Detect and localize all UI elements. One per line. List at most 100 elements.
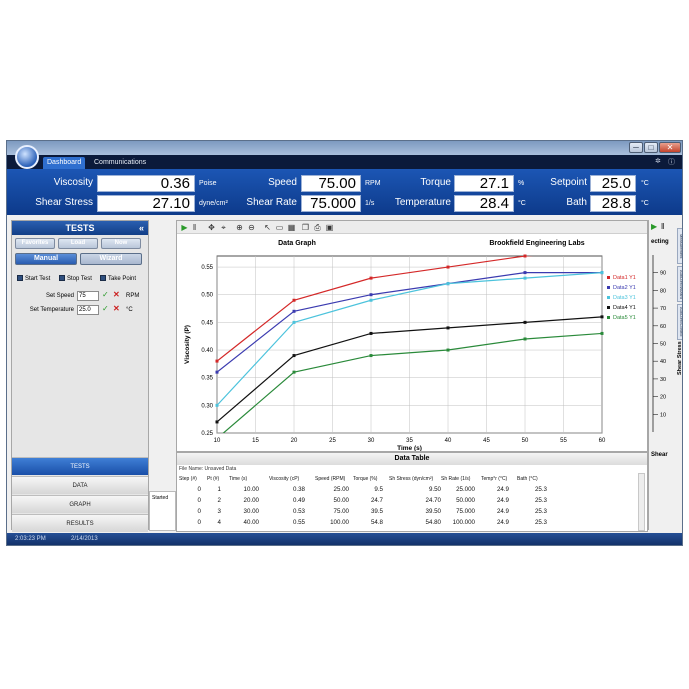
column-header[interactable]: Sh Stress (dyn/cm²) bbox=[389, 476, 433, 482]
table-cell: 0 bbox=[197, 508, 201, 515]
column-header[interactable]: Pt (#) bbox=[207, 476, 219, 482]
x-tick-label: 30 bbox=[368, 438, 375, 444]
stop-test-label: Stop Test bbox=[67, 276, 92, 282]
confirm-speed-icon[interactable]: ✓ bbox=[102, 290, 109, 299]
print-icon[interactable]: ⎙ bbox=[313, 223, 322, 232]
side-tab[interactable]: Measurement Mode bbox=[677, 228, 682, 264]
grid-icon[interactable]: ▦ bbox=[287, 223, 296, 232]
data-point bbox=[523, 320, 527, 324]
tab-communications[interactable]: Communications bbox=[90, 157, 150, 169]
collapse-icon[interactable]: « bbox=[139, 221, 144, 235]
settings-icon[interactable]: ✲ bbox=[655, 157, 661, 165]
data-point bbox=[215, 370, 219, 374]
table-cell: 50.00 bbox=[333, 497, 349, 504]
table-cell: 50.000 bbox=[456, 497, 475, 504]
table-row[interactable]: 0 3 30.00 0.53 75.00 39.5 39.50 75.000 24.9 25.3 bbox=[177, 508, 637, 518]
table-cell: 9.50 bbox=[428, 486, 441, 493]
tab-dashboard[interactable]: Dashboard bbox=[43, 157, 86, 169]
column-header[interactable]: Torque (%) bbox=[353, 476, 377, 482]
play-icon[interactable]: ▶ bbox=[180, 223, 189, 232]
column-header[interactable]: Sh Rate (1/s) bbox=[441, 476, 470, 482]
help-icon[interactable]: ⓘ bbox=[668, 157, 675, 167]
zoom-in-icon[interactable]: ⊕ bbox=[235, 223, 244, 232]
manual-mode-button[interactable]: Manual bbox=[15, 253, 77, 265]
viscosity-value: 0.36 bbox=[97, 175, 195, 192]
copy-icon[interactable]: ❐ bbox=[301, 223, 310, 232]
brookfield-logo-icon bbox=[15, 145, 39, 169]
x-tick-label: 60 bbox=[599, 438, 606, 444]
table-row[interactable]: 0 4 40.00 0.55 100.00 54.8 54.80 100.000 24.9 25.… bbox=[177, 519, 637, 529]
wizard-mode-button[interactable]: Wizard bbox=[80, 253, 142, 265]
take-point-control[interactable]: Take Point bbox=[100, 275, 136, 282]
zoom-out-icon[interactable]: ⊖ bbox=[247, 223, 256, 232]
y2-tick-label: 80 bbox=[660, 288, 666, 294]
column-header[interactable]: Time (s) bbox=[229, 476, 247, 482]
column-header[interactable]: Temp°r (°C) bbox=[481, 476, 507, 482]
legend-label: Data5 Y1 bbox=[613, 315, 636, 321]
table-cell: 40.00 bbox=[243, 519, 259, 526]
nav-graph[interactable]: GRAPH bbox=[12, 495, 148, 513]
table-cell: 1 bbox=[217, 486, 221, 493]
start-test-control[interactable]: Start Test bbox=[17, 275, 50, 282]
data-point bbox=[523, 276, 527, 280]
maximize-button[interactable]: □ bbox=[644, 142, 658, 153]
column-header[interactable]: Viscosity (cP) bbox=[269, 476, 299, 482]
legend-label: Data1 Y1 bbox=[613, 275, 636, 281]
confirm-temperature-icon[interactable]: ✓ bbox=[102, 304, 109, 313]
stop-test-control[interactable]: Stop Test bbox=[59, 275, 92, 282]
data-point bbox=[292, 354, 296, 358]
close-button[interactable]: ✕ bbox=[659, 142, 681, 153]
x-tick-label: 25 bbox=[329, 438, 336, 444]
side-tab[interactable]: AutoZeroControl bbox=[677, 304, 682, 340]
status-date: 2/14/2013 bbox=[71, 536, 98, 542]
data-point bbox=[600, 331, 604, 335]
table-cell: 30.00 bbox=[243, 508, 259, 515]
cancel-speed-icon[interactable]: ✕ bbox=[113, 290, 120, 299]
y-axis-label: Viscosity (P) bbox=[184, 325, 191, 364]
pause-icon[interactable]: ‖ bbox=[190, 223, 199, 232]
load-button[interactable]: Load bbox=[58, 238, 98, 249]
data-point bbox=[292, 298, 296, 302]
save-icon[interactable]: ▣ bbox=[325, 223, 334, 232]
data-point bbox=[369, 354, 373, 358]
table-row[interactable]: 0 1 10.00 0.38 25.00 9.5 9.50 25.000 24.9 25.3 bbox=[177, 486, 637, 496]
set-speed-label: Set Speed bbox=[45, 293, 74, 299]
column-header[interactable]: Bath (°C) bbox=[517, 476, 538, 482]
set-speed-input[interactable]: 75 bbox=[77, 291, 99, 301]
favorites-button[interactable]: Favorites bbox=[15, 238, 55, 249]
bath-unit: °C bbox=[641, 200, 649, 207]
table-cell: 100.000 bbox=[452, 519, 475, 526]
data-point bbox=[369, 276, 373, 280]
table-row[interactable]: 0 2 20.00 0.49 50.00 24.7 24.70 50.000 24.9 25.3 bbox=[177, 497, 637, 507]
table-cell: 0 bbox=[197, 519, 201, 526]
start-test-label: Start Test bbox=[25, 276, 51, 282]
data-table-title: Data Table bbox=[177, 453, 647, 465]
column-header[interactable]: Speed (RPM) bbox=[315, 476, 345, 482]
zoom-fit-icon[interactable]: ⌖ bbox=[219, 223, 228, 232]
cancel-temperature-icon[interactable]: ✕ bbox=[113, 304, 120, 313]
table-scrollbar[interactable] bbox=[638, 473, 645, 531]
table-cell: 24.7 bbox=[370, 497, 383, 504]
column-header[interactable]: Step (#) bbox=[179, 476, 197, 482]
legend-marker bbox=[607, 306, 610, 309]
now-button[interactable]: Now bbox=[101, 238, 141, 249]
pointer-icon[interactable]: ↖ bbox=[263, 223, 272, 232]
speed-value: 75.00 bbox=[301, 175, 361, 192]
nav-results[interactable]: RESULTS bbox=[12, 514, 148, 532]
nav-data[interactable]: DATA bbox=[12, 476, 148, 494]
side-tab[interactable]: AutoZeroWizard bbox=[677, 266, 682, 302]
shear-stress-axis: ecting102030405060708090Shear Stress (dy… bbox=[651, 239, 682, 458]
data-point bbox=[292, 320, 296, 324]
viscosity-chart[interactable]: Data Graph Brookfield Engineering Labs 10 1… bbox=[177, 234, 647, 451]
nav-tests[interactable]: TESTS bbox=[12, 457, 148, 475]
title-bar[interactable]: ─ □ ✕ bbox=[7, 141, 682, 155]
pan-icon[interactable]: ✥ bbox=[207, 223, 216, 232]
set-temperature-input[interactable]: 25.0 bbox=[77, 305, 99, 315]
minimize-button[interactable]: ─ bbox=[629, 142, 643, 153]
select-icon[interactable]: ▭ bbox=[275, 223, 284, 232]
chart-subtitle: Brookfield Engineering Labs bbox=[489, 240, 584, 247]
tests-panel: TESTS « Favorites Load Now Manual Wizard… bbox=[11, 220, 149, 532]
table-cell: 39.5 bbox=[370, 508, 383, 515]
data-point bbox=[446, 326, 450, 330]
data-point bbox=[369, 293, 373, 297]
